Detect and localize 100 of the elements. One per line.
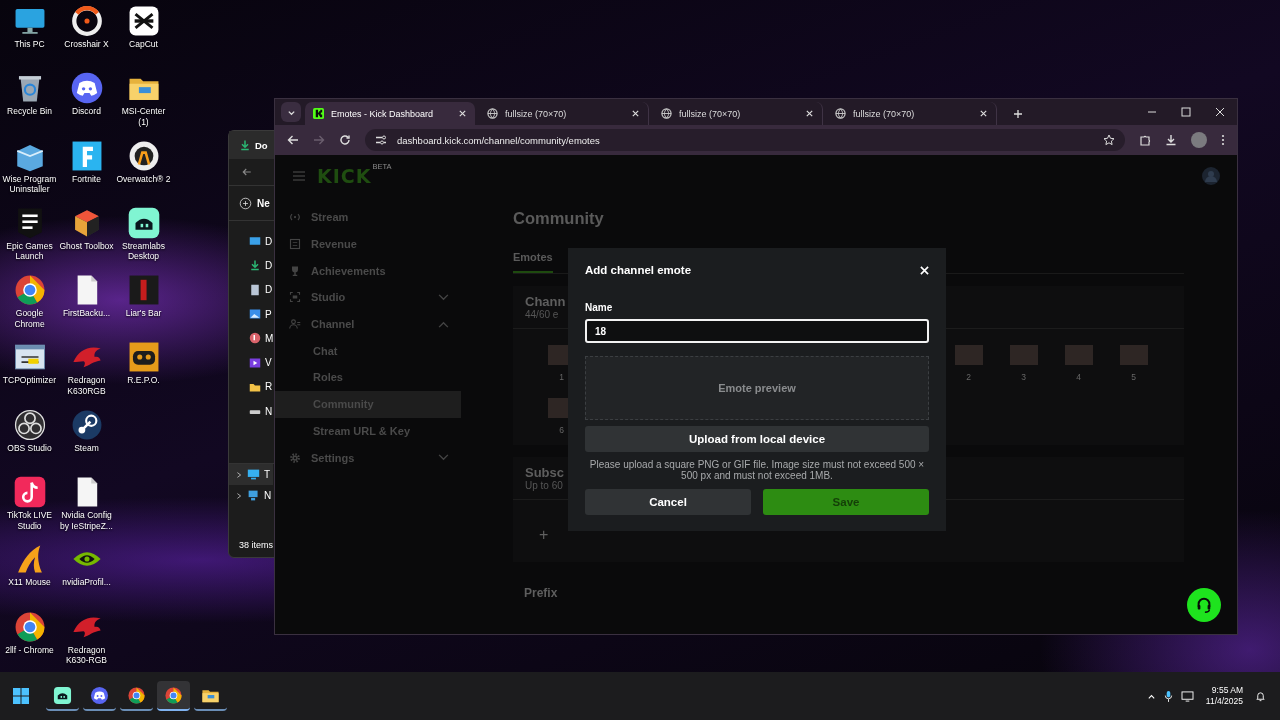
emote-number: 5	[1131, 372, 1136, 382]
desktop-icon-label[interactable]: Fortnite	[72, 173, 101, 185]
nav-item[interactable]: M	[265, 332, 274, 344]
desktop-icon-label[interactable]: Recycle Bin	[7, 106, 52, 117]
dialog-title: Add channel emote	[585, 264, 692, 276]
chevron-right-icon	[235, 470, 243, 479]
game-controller-icon[interactable]	[69, 71, 104, 106]
desktop-icon-label[interactable]: Redragon K630RGB	[58, 375, 115, 397]
desktop-icon-label[interactable]: Steam	[74, 442, 99, 454]
desktop-icon-label[interactable]: OBS Studio	[7, 442, 52, 454]
desktop-icon-label[interactable]: Nvidia Config by IeStripeZ...	[58, 510, 115, 532]
maximize-icon[interactable]	[1181, 107, 1191, 117]
close-icon[interactable]	[631, 109, 640, 118]
desktop-icon-label[interactable]: FirstBacku...	[62, 308, 111, 319]
calculator-icon	[289, 238, 301, 251]
desktop-icon-label[interactable]: CapCut	[129, 39, 158, 50]
nav-item[interactable]: D	[265, 284, 273, 296]
profile-avatar[interactable]	[1191, 132, 1207, 148]
star-icon[interactable]	[1103, 134, 1115, 146]
desktop-icon-label[interactable]: Discord	[72, 106, 101, 117]
nav-item[interactable]: N	[265, 405, 273, 417]
status-text: 38 items	[238, 540, 274, 552]
microphone-icon[interactable]	[1163, 689, 1173, 703]
desktop-icon-label[interactable]: Wise Program Uninstaller	[1, 173, 58, 195]
back-arrow-icon[interactable]	[241, 166, 253, 178]
settings-icon	[289, 451, 301, 464]
support-button[interactable]	[1187, 588, 1221, 622]
desktop-icon-label[interactable]: Ghost Toolbox	[59, 240, 114, 252]
section-subtitle: Up to 60	[525, 480, 563, 491]
browser-tab[interactable]: Emotes - Kick Dashboard	[305, 102, 475, 125]
desktop-icon-label[interactable]: Crosshair X	[64, 39, 109, 50]
name-input-field[interactable]: 18	[585, 319, 929, 343]
chevron-down-icon	[438, 454, 449, 462]
desktop-icon-label[interactable]: TCPOptimizer	[2, 375, 57, 386]
desktop-icon-label[interactable]: Redragon K630-RGB	[58, 644, 115, 666]
desktop-icon-label[interactable]: R.E.P.O.	[127, 375, 160, 386]
video-icon	[249, 356, 261, 369]
desktop-icon-label[interactable]: X11 Mouse	[8, 577, 51, 588]
desktop-icon-label[interactable]: nvidiaProfil...	[62, 577, 111, 588]
pc-icon	[247, 468, 260, 482]
field-label: Name	[585, 302, 614, 313]
monitor-icon[interactable]	[1180, 690, 1194, 702]
tab-search-button[interactable]	[281, 102, 301, 122]
new-tab-icon[interactable]	[1013, 109, 1023, 119]
download-icon	[249, 259, 261, 272]
robot-face-icon	[53, 685, 72, 705]
emote-number: 6	[559, 425, 564, 435]
tree-item[interactable]: N	[229, 485, 273, 507]
k-logo-icon	[313, 108, 324, 119]
close-icon[interactable]	[979, 109, 988, 118]
plus-circle-icon[interactable]	[239, 196, 252, 210]
nav-item[interactable]: R	[265, 381, 273, 393]
section-subtitle: 44/60 e	[525, 309, 559, 320]
desktop-icon-label[interactable]: Overwatch® 2	[116, 173, 171, 185]
desktop-icon-label[interactable]: TikTok LIVE Studio	[1, 510, 58, 532]
desktop-icon-label[interactable]: Google Chrome	[1, 308, 58, 330]
people-icon	[289, 318, 301, 331]
page-heading: Community	[513, 209, 604, 228]
nav-item[interactable]: D	[265, 235, 273, 247]
more-menu-icon[interactable]	[1221, 134, 1225, 146]
desktop-icon-label[interactable]: 2llf - Chrome	[5, 644, 54, 656]
hint-text: Please upload a square PNG or GIF file. Image size must not exceed 500 × 500 px and must not exceed 1MB.	[588, 459, 926, 481]
desktop-icon-label[interactable]: MSI-Center (1)	[115, 106, 172, 128]
taskbar-button[interactable]	[157, 681, 190, 711]
tree-item[interactable]: T	[229, 464, 273, 486]
doc-icon	[249, 283, 261, 296]
circle-logo-icon[interactable]	[12, 407, 47, 442]
upload-button[interactable]: Upload from local device	[585, 426, 929, 452]
browser-icon	[127, 685, 146, 705]
close-icon[interactable]	[458, 109, 467, 118]
music-note-icon[interactable]	[12, 475, 47, 510]
download-icon	[239, 139, 251, 151]
globe-icon	[661, 108, 672, 119]
windows-logo-icon[interactable]	[13, 688, 29, 704]
clock[interactable]: 9:55 AM 11/4/2025	[1201, 685, 1247, 707]
headset-icon	[1195, 596, 1213, 614]
browser-icon	[164, 685, 183, 705]
trophy-icon	[289, 264, 301, 277]
reload-icon[interactable]	[339, 134, 351, 146]
frame-icon	[289, 291, 301, 304]
nav-item[interactable]: D	[265, 259, 273, 271]
crosshair-icon[interactable]	[69, 4, 104, 38]
desktop-icon-label[interactable]: This PC	[14, 39, 45, 50]
bell-icon[interactable]	[1255, 690, 1266, 702]
close-icon[interactable]	[805, 109, 814, 118]
new-button-label[interactable]: Ne	[257, 197, 270, 209]
download-icon[interactable]	[1165, 134, 1177, 146]
site-settings-icon[interactable]	[375, 134, 387, 146]
desktop-icon-label[interactable]: Streamlabs Desktop	[115, 240, 172, 262]
back-arrow-icon[interactable]	[287, 134, 299, 146]
robot-face-icon[interactable]	[126, 205, 161, 240]
address-bar[interactable]: dashboard.kick.com/channel/community/emotes	[365, 129, 1125, 151]
cancel-button[interactable]: Cancel	[585, 489, 751, 515]
close-icon[interactable]	[1215, 107, 1225, 117]
nav-item[interactable]: P	[265, 308, 272, 320]
nav-item[interactable]: V	[265, 357, 272, 369]
globe-icon	[487, 108, 498, 119]
desktop-icon-label[interactable]: Liar's Bar	[125, 308, 162, 319]
desktop-icon-label[interactable]: Epic Games Launch	[1, 240, 58, 262]
puzzle-icon[interactable]	[1139, 134, 1151, 146]
